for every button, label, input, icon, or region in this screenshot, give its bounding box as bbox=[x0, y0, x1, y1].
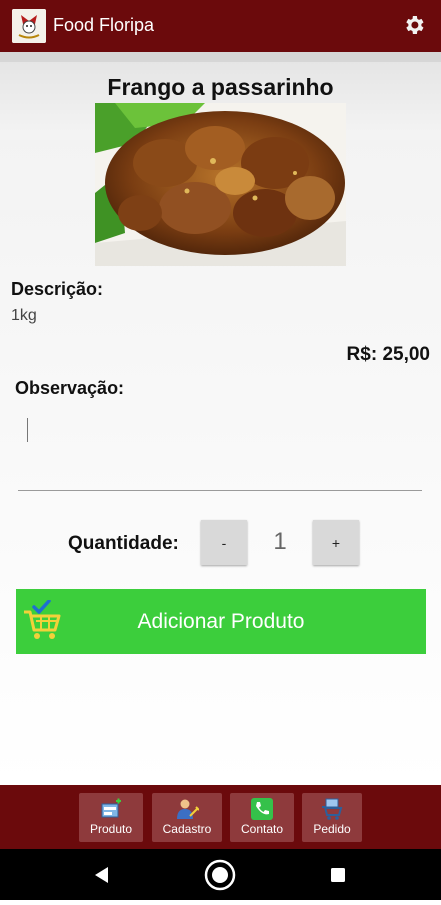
quantity-value: 1 bbox=[273, 528, 287, 555]
price-label: R$: 25,00 bbox=[346, 344, 430, 365]
quantity-decrease-button[interactable]: - bbox=[201, 520, 247, 565]
observation-label: Observação: bbox=[15, 378, 125, 398]
tab-label: Produto bbox=[89, 822, 133, 836]
tab-label: Pedido bbox=[313, 822, 351, 836]
description-label: Descrição: bbox=[11, 279, 104, 299]
recents-square-icon[interactable] bbox=[331, 868, 345, 882]
tab-produto[interactable]: Produto bbox=[79, 793, 143, 842]
order-cart-icon bbox=[322, 798, 343, 820]
tab-pedido[interactable]: Pedido bbox=[302, 793, 362, 842]
add-product-button[interactable]: Adicionar Produto bbox=[16, 589, 426, 654]
product-title: Frango a passarinho bbox=[107, 74, 334, 100]
tab-contato[interactable]: Contato bbox=[230, 793, 294, 842]
quantity-increase-button[interactable]: + bbox=[313, 520, 359, 565]
quantity-label: Quantidade: bbox=[68, 533, 179, 554]
shopping-cart-check-icon bbox=[24, 600, 61, 639]
product-icon bbox=[101, 798, 121, 818]
settings-button[interactable] bbox=[401, 12, 427, 38]
fried-chicken-image bbox=[95, 103, 346, 266]
app-bar: Food Floripa bbox=[0, 0, 441, 52]
tab-label: Contato bbox=[240, 822, 284, 836]
description-value: 1kg bbox=[11, 307, 37, 324]
home-circle-icon[interactable] bbox=[204, 859, 236, 891]
app-title: Food Floripa bbox=[53, 15, 155, 35]
tab-cadastro[interactable]: Cadastro bbox=[152, 793, 222, 842]
phone-icon bbox=[251, 798, 273, 820]
back-triangle-icon[interactable] bbox=[95, 867, 108, 883]
gear-icon bbox=[406, 16, 424, 34]
top-divider bbox=[0, 52, 441, 62]
tab-label: Cadastro bbox=[162, 822, 212, 836]
add-product-label: Adicionar Produto bbox=[137, 609, 305, 633]
bottom-nav: Produto Cadastro Contato Pedido bbox=[0, 785, 441, 849]
observation-input[interactable] bbox=[18, 410, 422, 491]
system-nav-bar bbox=[0, 849, 441, 900]
app-logo-icon bbox=[12, 9, 46, 43]
user-register-icon bbox=[177, 799, 199, 819]
text-cursor bbox=[27, 418, 28, 442]
